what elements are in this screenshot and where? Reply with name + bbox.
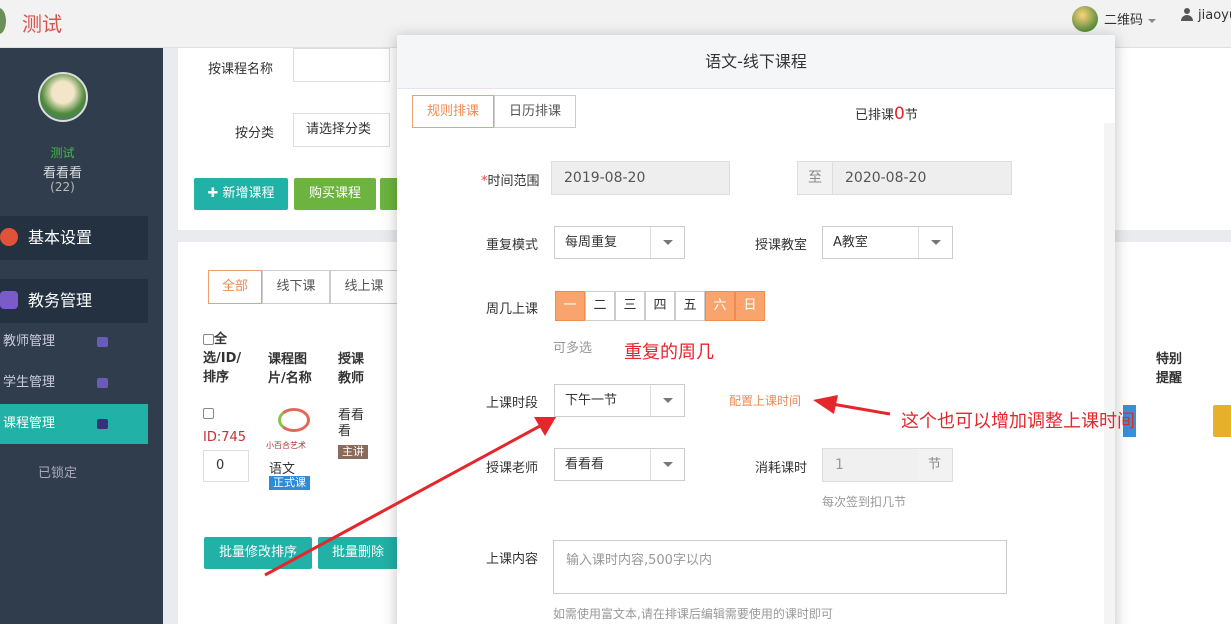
modal-scrollbar[interactable] bbox=[1104, 123, 1115, 624]
content-label: 上课内容 bbox=[486, 552, 539, 567]
scheduled-suffix: 节 bbox=[904, 108, 918, 123]
date-from-input[interactable]: 2019-08-20 bbox=[551, 161, 730, 195]
annotation-adjust-time: 这个也可以增加调整上课时间 bbox=[901, 411, 1135, 432]
richtext-hint: 如需使用富文本,请在排课后编辑需要使用的课时即可 bbox=[553, 607, 833, 621]
time-range-label: *时间范围 bbox=[481, 170, 540, 189]
scheduled-count: 已排课0节 bbox=[855, 104, 918, 124]
repeat-mode-select[interactable]: 每周重复 bbox=[554, 226, 685, 259]
teacher-select[interactable]: 看看看 bbox=[554, 448, 685, 481]
config-time-link[interactable]: 配置上课时间 bbox=[729, 392, 801, 409]
tab-calendar-schedule[interactable]: 日历排课 bbox=[494, 95, 576, 128]
consume-unit: 节 bbox=[917, 448, 953, 482]
consume-input[interactable]: 1 bbox=[822, 448, 918, 482]
chevron-down-icon bbox=[918, 227, 952, 258]
consume-hint: 每次签到扣几节 bbox=[822, 495, 907, 509]
scheduled-prefix: 已排课 bbox=[855, 108, 895, 123]
weekday-wed[interactable]: 三 bbox=[615, 291, 645, 321]
time-range-label-text: 时间范围 bbox=[487, 174, 540, 189]
teacher-value: 看看看 bbox=[565, 457, 605, 472]
classroom-label: 授课教室 bbox=[755, 238, 808, 253]
modal-title: 语文-线下课程 bbox=[397, 35, 1115, 89]
date-to-input[interactable]: 2020-08-20 bbox=[832, 161, 1012, 195]
tab-rule-schedule[interactable]: 规则排课 bbox=[412, 95, 494, 128]
chevron-down-icon bbox=[650, 385, 684, 416]
weekday-fri[interactable]: 五 bbox=[675, 291, 705, 321]
consume-label: 消耗课时 bbox=[755, 461, 808, 476]
weekday-sun[interactable]: 日 bbox=[735, 291, 765, 321]
date-to-separator: 至 bbox=[797, 161, 833, 195]
content-textarea[interactable]: 输入课时内容,500字以内 bbox=[553, 540, 1007, 594]
teacher-label: 授课老师 bbox=[486, 461, 539, 476]
weekday-sat[interactable]: 六 bbox=[705, 291, 735, 321]
chevron-down-icon bbox=[650, 449, 684, 480]
weekday-picker: 一 二 三 四 五 六 日 bbox=[555, 291, 767, 321]
repeat-mode-value: 每周重复 bbox=[565, 235, 618, 250]
weekday-label: 周几上课 bbox=[486, 302, 539, 317]
period-label: 上课时段 bbox=[486, 396, 539, 411]
repeat-mode-label: 重复模式 bbox=[486, 238, 539, 253]
period-value: 下午一节 bbox=[565, 393, 618, 408]
schedule-modal: 语文-线下课程 规则排课 日历排课 已排课0节 *时间范围 2019-08-20… bbox=[397, 35, 1115, 624]
weekday-tue[interactable]: 二 bbox=[585, 291, 615, 321]
classroom-select[interactable]: A教室 bbox=[822, 226, 953, 259]
multi-select-hint: 可多选 bbox=[553, 341, 593, 356]
classroom-value: A教室 bbox=[833, 235, 868, 250]
period-select[interactable]: 下午一节 bbox=[554, 384, 685, 417]
weekday-mon[interactable]: 一 bbox=[555, 291, 585, 321]
annotation-repeat-weekday: 重复的周几 bbox=[624, 342, 714, 363]
scheduled-number: 0 bbox=[894, 104, 905, 124]
chevron-down-icon bbox=[650, 227, 684, 258]
weekday-thu[interactable]: 四 bbox=[645, 291, 675, 321]
